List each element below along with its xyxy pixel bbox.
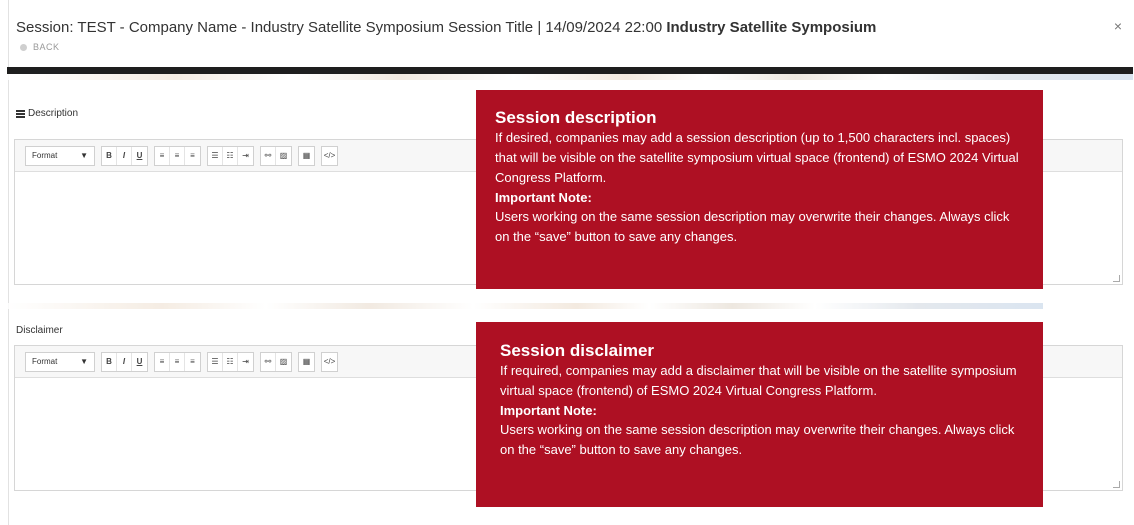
table-icon[interactable]: ▦: [299, 353, 314, 371]
format-dropdown[interactable]: Format ▼: [25, 351, 95, 372]
callout-title: Session disclaimer: [500, 341, 655, 360]
source-group: </>: [321, 351, 338, 372]
format-label: Format: [32, 357, 58, 366]
back-dot-icon: [20, 43, 27, 51]
paragraph-icon: [16, 109, 25, 118]
source-group: </>: [321, 145, 338, 166]
disclaimer-label: Disclaimer: [16, 325, 63, 336]
description-label: Description: [16, 108, 78, 119]
align-center-icon[interactable]: ≡: [170, 146, 185, 165]
underline-button[interactable]: U: [132, 353, 147, 371]
table-group: ▦: [298, 351, 315, 372]
decorative-stripe-2: [7, 303, 1043, 309]
callout-title: Session description: [495, 108, 657, 127]
align-right-icon[interactable]: ≡: [185, 353, 200, 371]
indent-icon[interactable]: ⇥: [238, 353, 253, 371]
page-title: Session: TEST - Company Name - Industry …: [16, 19, 876, 36]
list-group: ☰ ☷ ⇥: [207, 351, 254, 372]
callout-body: If desired, companies may add a session …: [495, 130, 1019, 185]
disclaimer-label-text: Disclaimer: [16, 325, 63, 336]
title-prefix: Session: TEST - Company Name - Industry …: [16, 19, 663, 36]
text-style-group: B I U: [101, 145, 148, 166]
header-divider: [7, 67, 1133, 74]
align-group: ≡ ≡ ≡: [154, 351, 201, 372]
align-center-icon[interactable]: ≡: [170, 352, 185, 371]
description-callout: Session description If desired, companie…: [476, 90, 1043, 289]
back-link[interactable]: BACK: [20, 42, 60, 52]
image-icon[interactable]: ▨: [276, 147, 291, 165]
callout-body: If required, companies may add a disclai…: [500, 363, 1017, 398]
bold-button[interactable]: B: [102, 352, 117, 371]
image-icon[interactable]: ▨: [276, 353, 291, 371]
chevron-down-icon: ▼: [80, 357, 88, 366]
code-icon[interactable]: </>: [322, 147, 337, 165]
italic-button[interactable]: I: [117, 146, 132, 165]
italic-button[interactable]: I: [117, 352, 132, 371]
link-icon[interactable]: ⚯: [261, 352, 276, 371]
list-group: ☰ ☷ ⇥: [207, 145, 254, 166]
resize-handle-icon[interactable]: [1113, 481, 1120, 488]
title-bold: Industry Satellite Symposium: [666, 19, 877, 36]
numbered-list-icon[interactable]: ☷: [223, 146, 238, 165]
link-icon[interactable]: ⚯: [261, 146, 276, 165]
callout-note-body: Users working on the same session descri…: [495, 209, 1010, 244]
table-group: ▦: [298, 145, 315, 166]
bullet-list-icon[interactable]: ☰: [208, 146, 223, 165]
format-label: Format: [32, 151, 58, 160]
insert-group: ⚯ ▨: [260, 351, 292, 372]
disclaimer-callout: Session disclaimer If required, companie…: [476, 322, 1043, 507]
align-group: ≡ ≡ ≡: [154, 145, 201, 166]
decorative-stripe: [7, 74, 1133, 80]
bold-button[interactable]: B: [102, 146, 117, 165]
format-dropdown[interactable]: Format ▼: [25, 145, 95, 166]
table-icon[interactable]: ▦: [299, 147, 314, 165]
callout-note-body: Users working on the same session descri…: [500, 422, 1015, 457]
text-style-group: B I U: [101, 351, 148, 372]
align-left-icon[interactable]: ≡: [155, 352, 170, 371]
close-icon[interactable]: ×: [1114, 18, 1122, 34]
callout-note-title: Important Note:: [500, 403, 597, 418]
align-left-icon[interactable]: ≡: [155, 146, 170, 165]
numbered-list-icon[interactable]: ☷: [223, 352, 238, 371]
indent-icon[interactable]: ⇥: [238, 147, 253, 165]
chevron-down-icon: ▼: [80, 151, 88, 160]
align-right-icon[interactable]: ≡: [185, 147, 200, 165]
callout-note-title: Important Note:: [495, 190, 592, 205]
bullet-list-icon[interactable]: ☰: [208, 352, 223, 371]
insert-group: ⚯ ▨: [260, 145, 292, 166]
underline-button[interactable]: U: [132, 147, 147, 165]
back-label: BACK: [33, 42, 60, 52]
resize-handle-icon[interactable]: [1113, 275, 1120, 282]
description-label-text: Description: [28, 108, 79, 119]
code-icon[interactable]: </>: [322, 353, 337, 371]
